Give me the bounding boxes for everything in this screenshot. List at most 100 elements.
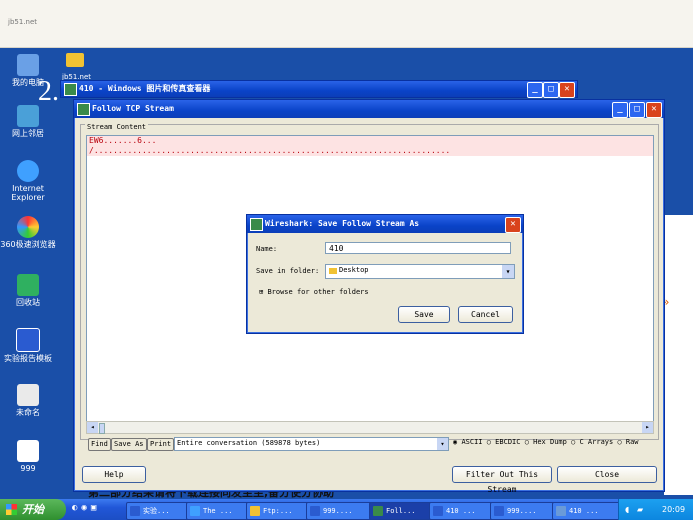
find-button[interactable]: Find [88, 438, 111, 451]
network-icon [17, 105, 39, 127]
close-button[interactable]: ✕ [505, 217, 521, 233]
radio-label: ASCII [461, 438, 483, 446]
maximize-button[interactable]: □ [629, 102, 645, 118]
save-stream-dialog[interactable]: Wireshark: Save Follow Stream As ✕ Name:… [246, 214, 524, 334]
desktop-icon-label: 回收站 [16, 298, 40, 307]
taskbar-item-label: Ftp:... [263, 507, 293, 515]
desktop-icon-label: 360极速浏览器 [0, 240, 56, 249]
print-button[interactable]: Print [147, 438, 175, 451]
stream-line: EW6.......6... [87, 136, 653, 146]
chevron-down-icon[interactable]: ▾ [502, 265, 514, 278]
minimize-button[interactable]: _ [612, 102, 628, 118]
word-doc-icon [16, 328, 40, 352]
word-icon [310, 506, 320, 516]
taskbar-item-label: Foll... [386, 507, 416, 515]
browser-icon [17, 216, 39, 238]
desktop-icon-unnamed[interactable]: 未命名 [0, 384, 56, 417]
windows-logo-icon [6, 504, 17, 515]
word-icon [130, 506, 140, 516]
word-icon [494, 506, 504, 516]
desktop-icon-template[interactable]: 实验报告模板 [0, 328, 56, 363]
desktop-icon-label: Internet Explorer [11, 184, 45, 202]
save-button[interactable]: Save [398, 306, 450, 323]
save-as-button[interactable]: Save As [111, 438, 147, 451]
radio-label: EBCDIC [495, 438, 521, 446]
system-tray: ◖ ▰ 20:09 [618, 499, 693, 520]
desktop-icon-ie[interactable]: Internet Explorer [0, 160, 56, 202]
start-label: 开始 [22, 503, 44, 516]
desktop-icon-label: 实验报告模板 [4, 354, 52, 363]
scroll-left-icon[interactable]: ◂ [87, 422, 98, 433]
scroll-right-icon[interactable]: ▸ [642, 422, 653, 433]
desktop-icon-label: 我的电脑 [12, 78, 44, 87]
taskbar-item-label: 410 ... [446, 507, 476, 515]
cancel-button[interactable]: Cancel [458, 306, 513, 323]
minimize-button[interactable]: _ [527, 82, 543, 98]
background-page-body: » [662, 215, 693, 495]
ftp-icon [250, 506, 260, 516]
close-stream-button[interactable]: Close [557, 466, 657, 483]
close-button[interactable]: ✕ [559, 82, 575, 98]
radio-label: C Arrays [579, 438, 614, 446]
follow-title: Follow TCP Stream [92, 104, 174, 113]
folder-label: Save in folder: [256, 267, 320, 275]
wireshark-app-icon [250, 218, 263, 231]
ie-icon [17, 160, 39, 182]
close-button[interactable]: ✕ [646, 102, 662, 118]
conversation-select[interactable]: Entire conversation (589878 bytes) ▾ [174, 437, 449, 451]
name-label: Name: [256, 245, 278, 253]
browse-label: Browse for other folders [267, 288, 369, 296]
desktop-icon-computer[interactable]: 我的电脑 [0, 54, 56, 87]
taskbar-item[interactable]: 410 ... [552, 502, 628, 520]
volume-icon[interactable]: ◖ [625, 499, 629, 520]
viewer-title: 410 - Windows 图片和传真查看器 [79, 84, 211, 93]
browse-folders-expander[interactable]: ⊞ Browse for other folders [259, 288, 369, 296]
browser-icon [190, 506, 200, 516]
help-button[interactable]: Help [82, 466, 146, 483]
word-icon [433, 506, 443, 516]
taskbar-item-label: 999.... [323, 507, 353, 515]
maximize-button[interactable]: □ [543, 82, 559, 98]
radio-ebcdic[interactable]: ○ EBCDIC [487, 438, 521, 446]
radio-raw[interactable]: ○ Raw [617, 438, 638, 446]
radio-ascii[interactable]: ◉ ASCII [453, 438, 483, 446]
stream-content-label: Stream Content [85, 123, 149, 131]
wireshark-icon [373, 506, 383, 516]
taskbar-item-label: 实验... [143, 507, 170, 515]
clock[interactable]: 20:09 [662, 499, 685, 520]
start-button[interactable]: 开始 [0, 499, 66, 520]
document-icon [17, 440, 39, 462]
conversation-select-value: Entire conversation (589878 bytes) [177, 439, 321, 447]
filename-input[interactable]: 410 [325, 242, 511, 254]
save-dialog-titlebar[interactable]: Wireshark: Save Follow Stream As ✕ [247, 215, 523, 233]
picture-viewer-icon [556, 506, 566, 516]
follow-titlebar[interactable]: Follow TCP Stream _ □ ✕ [74, 100, 664, 118]
folder-select-value: Desktop [339, 266, 369, 274]
folder-icon[interactable] [66, 53, 84, 67]
scroll-thumb[interactable] [99, 423, 105, 434]
viewer-app-icon [64, 83, 77, 96]
taskbar-item-label: 410 ... [569, 507, 599, 515]
computer-icon [17, 54, 39, 76]
desktop-icon-network[interactable]: 网上邻居 [0, 105, 56, 138]
background-page-header: jb51.net [0, 0, 693, 48]
picture-viewer-window[interactable]: 410 - Windows 图片和传真查看器 _ □ ✕ [60, 80, 578, 98]
taskbar-item-label: The ... [203, 507, 233, 515]
desktop-icon-recycle[interactable]: 回收站 [0, 274, 56, 307]
desktop-icon-999[interactable]: 999 [0, 440, 56, 473]
quick-launch-icons[interactable]: ◐◉▣ [72, 503, 124, 517]
desktop-icon-label: 999 [20, 464, 36, 473]
radio-hexdump[interactable]: ○ Hex Dump [525, 438, 567, 446]
network-tray-icon[interactable]: ▰ [637, 499, 643, 520]
radio-carrays[interactable]: ○ C Arrays [571, 438, 613, 446]
desktop-icon-browser[interactable]: 360极速浏览器 [0, 216, 56, 249]
folder-icon [329, 268, 337, 274]
horizontal-scrollbar[interactable]: ◂ ▸ [86, 421, 654, 434]
chevron-down-icon[interactable]: ▾ [437, 438, 448, 450]
radio-label: Hex Dump [533, 438, 567, 446]
desktop-icon-label: 未命名 [16, 408, 40, 417]
folder-select[interactable]: Desktop ▾ [325, 264, 515, 279]
taskbar-item-label: 999.... [507, 507, 537, 515]
filter-out-button[interactable]: Filter Out This Stream [452, 466, 552, 494]
viewer-titlebar[interactable]: 410 - Windows 图片和传真查看器 _ □ ✕ [61, 81, 577, 98]
